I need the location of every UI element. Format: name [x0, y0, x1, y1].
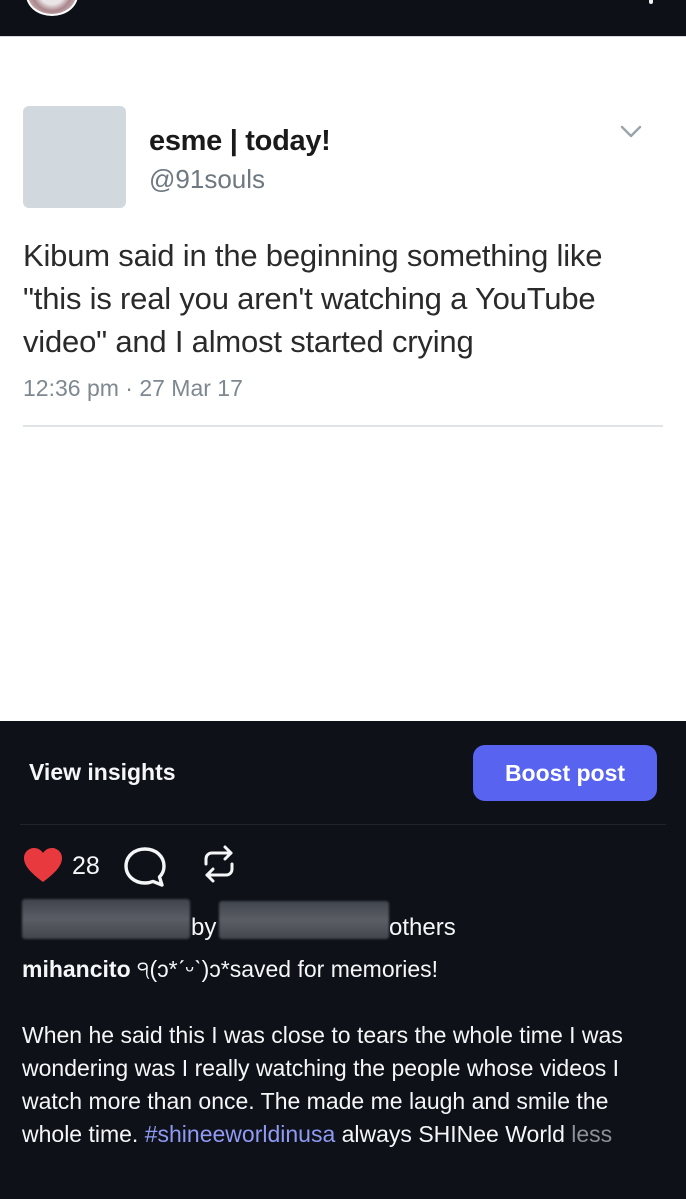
tweet-handle: @91souls	[149, 164, 266, 194]
top-app-bar	[0, 0, 686, 36]
hashtag-link[interactable]: #shineeworldinusa	[145, 1121, 336, 1147]
section-divider	[20, 824, 666, 825]
boost-post-button[interactable]: Boost post	[473, 745, 657, 801]
more-icon[interactable]	[649, 0, 653, 4]
liked-by-label: by	[191, 914, 217, 941]
blurred-username	[219, 901, 389, 939]
caption-body: When he said this I was close to tears t…	[22, 1019, 670, 1151]
profile-avatar[interactable]	[26, 0, 78, 16]
less-link[interactable]: less	[571, 1121, 612, 1147]
others-link[interactable]: others	[389, 914, 456, 942]
tweet-divider	[23, 425, 663, 427]
repost-icon[interactable]	[200, 844, 238, 884]
like-count[interactable]: 28	[72, 852, 100, 881]
view-insights-link[interactable]: View insights	[29, 759, 176, 786]
caption-text: ੧(ɔ*ˊᵕˋ)ɔ*saved for memories!	[130, 956, 439, 982]
tweet-display-name: esme | today!	[149, 125, 331, 157]
chevron-down-icon	[620, 125, 642, 138]
heart-icon[interactable]	[22, 846, 64, 884]
tweet-timestamp: 12:36 pm · 27 Mar 17	[23, 375, 243, 401]
tweet-text: Kibum said in the beginning something li…	[23, 238, 603, 359]
comment-icon[interactable]	[122, 845, 168, 889]
blurred-avatars	[22, 899, 190, 939]
tweet-screenshot-image: esme | today! @91souls Kibum said in the…	[0, 36, 686, 721]
tweet-avatar	[23, 106, 126, 208]
caption-username[interactable]: mihancito	[22, 956, 131, 982]
post-caption: mihancito ੧(ɔ*ˊᵕˋ)ɔ*saved for memories!	[22, 956, 672, 983]
caption-body-tail: always SHINee World	[335, 1121, 572, 1147]
